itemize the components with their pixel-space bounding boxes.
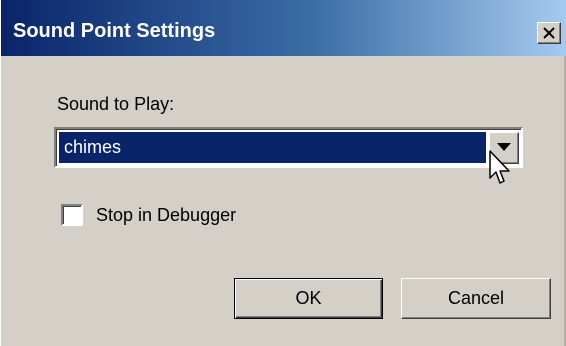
mouse-pointer-icon — [489, 150, 510, 184]
close-icon — [543, 27, 555, 39]
sound-to-play-label: Sound to Play: — [57, 94, 175, 114]
window-title: Sound Point Settings — [13, 20, 216, 42]
cancel-button[interactable]: Cancel — [401, 278, 551, 319]
sound-select[interactable]: chimes — [54, 127, 523, 168]
stop-in-debugger-label[interactable]: Stop in Debugger — [96, 204, 236, 226]
sound-point-settings-dialog: Sound Point Settings Sound to Play: chim… — [0, 0, 566, 346]
ok-button[interactable]: OK — [234, 278, 383, 319]
sound-select-value[interactable]: chimes — [59, 132, 486, 163]
stop-in-debugger-checkbox[interactable] — [61, 204, 83, 226]
close-button[interactable] — [537, 22, 561, 44]
title-bar[interactable]: Sound Point Settings — [1, 0, 566, 56]
